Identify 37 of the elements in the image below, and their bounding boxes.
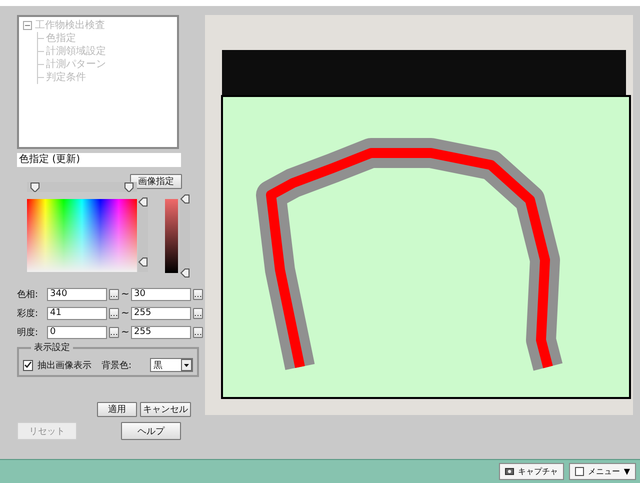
brightness-slider-handle[interactable] <box>180 268 190 278</box>
more-button[interactable]: … <box>109 327 119 338</box>
range-separator: ~ <box>121 289 129 300</box>
checkbox[interactable] <box>23 360 34 370</box>
max-field[interactable]: 255 <box>131 307 191 320</box>
background-select[interactable]: 黒 <box>150 358 193 372</box>
hue-slider-handle[interactable] <box>124 182 134 192</box>
min-field[interactable]: 41 <box>47 307 107 320</box>
more-button[interactable]: … <box>109 308 119 319</box>
saturation-slider-handle[interactable] <box>138 196 148 207</box>
range-separator: ~ <box>121 327 129 338</box>
menu-button[interactable]: メニュー ▼ <box>568 463 636 480</box>
max-field[interactable]: 255 <box>131 326 191 339</box>
more-button[interactable]: … <box>193 308 203 319</box>
help-button[interactable]: ヘルプ <box>121 422 181 440</box>
more-button[interactable]: … <box>193 327 203 338</box>
range-label: 彩度: <box>17 308 40 320</box>
selection-label: 色指定 (更新) <box>17 153 181 167</box>
checkbox-label: 抽出画像表示 <box>37 360 92 372</box>
range-separator: ~ <box>121 308 129 319</box>
background-label: 背景色: <box>101 360 132 372</box>
dialog-button[interactable]: キャンセル <box>140 402 191 417</box>
brightness-slider-handle[interactable] <box>180 194 190 204</box>
range-label: 明度: <box>17 326 40 339</box>
more-button[interactable]: … <box>193 289 203 300</box>
dialog-button[interactable]: 適用 <box>97 402 137 417</box>
camera-icon <box>504 467 514 476</box>
min-field[interactable]: 340 <box>47 288 107 301</box>
more-button[interactable]: … <box>109 289 119 300</box>
range-label: 色相: <box>17 288 40 301</box>
max-field[interactable]: 30 <box>131 288 191 301</box>
group-title: 表示設定 <box>31 341 73 354</box>
window-icon <box>574 467 584 476</box>
image-select-button[interactable]: 画像指定 <box>130 174 182 189</box>
capture-button[interactable]: キャプチャ <box>498 463 564 480</box>
min-field[interactable]: 0 <box>47 326 107 339</box>
hue-slider-handle[interactable] <box>30 182 40 192</box>
